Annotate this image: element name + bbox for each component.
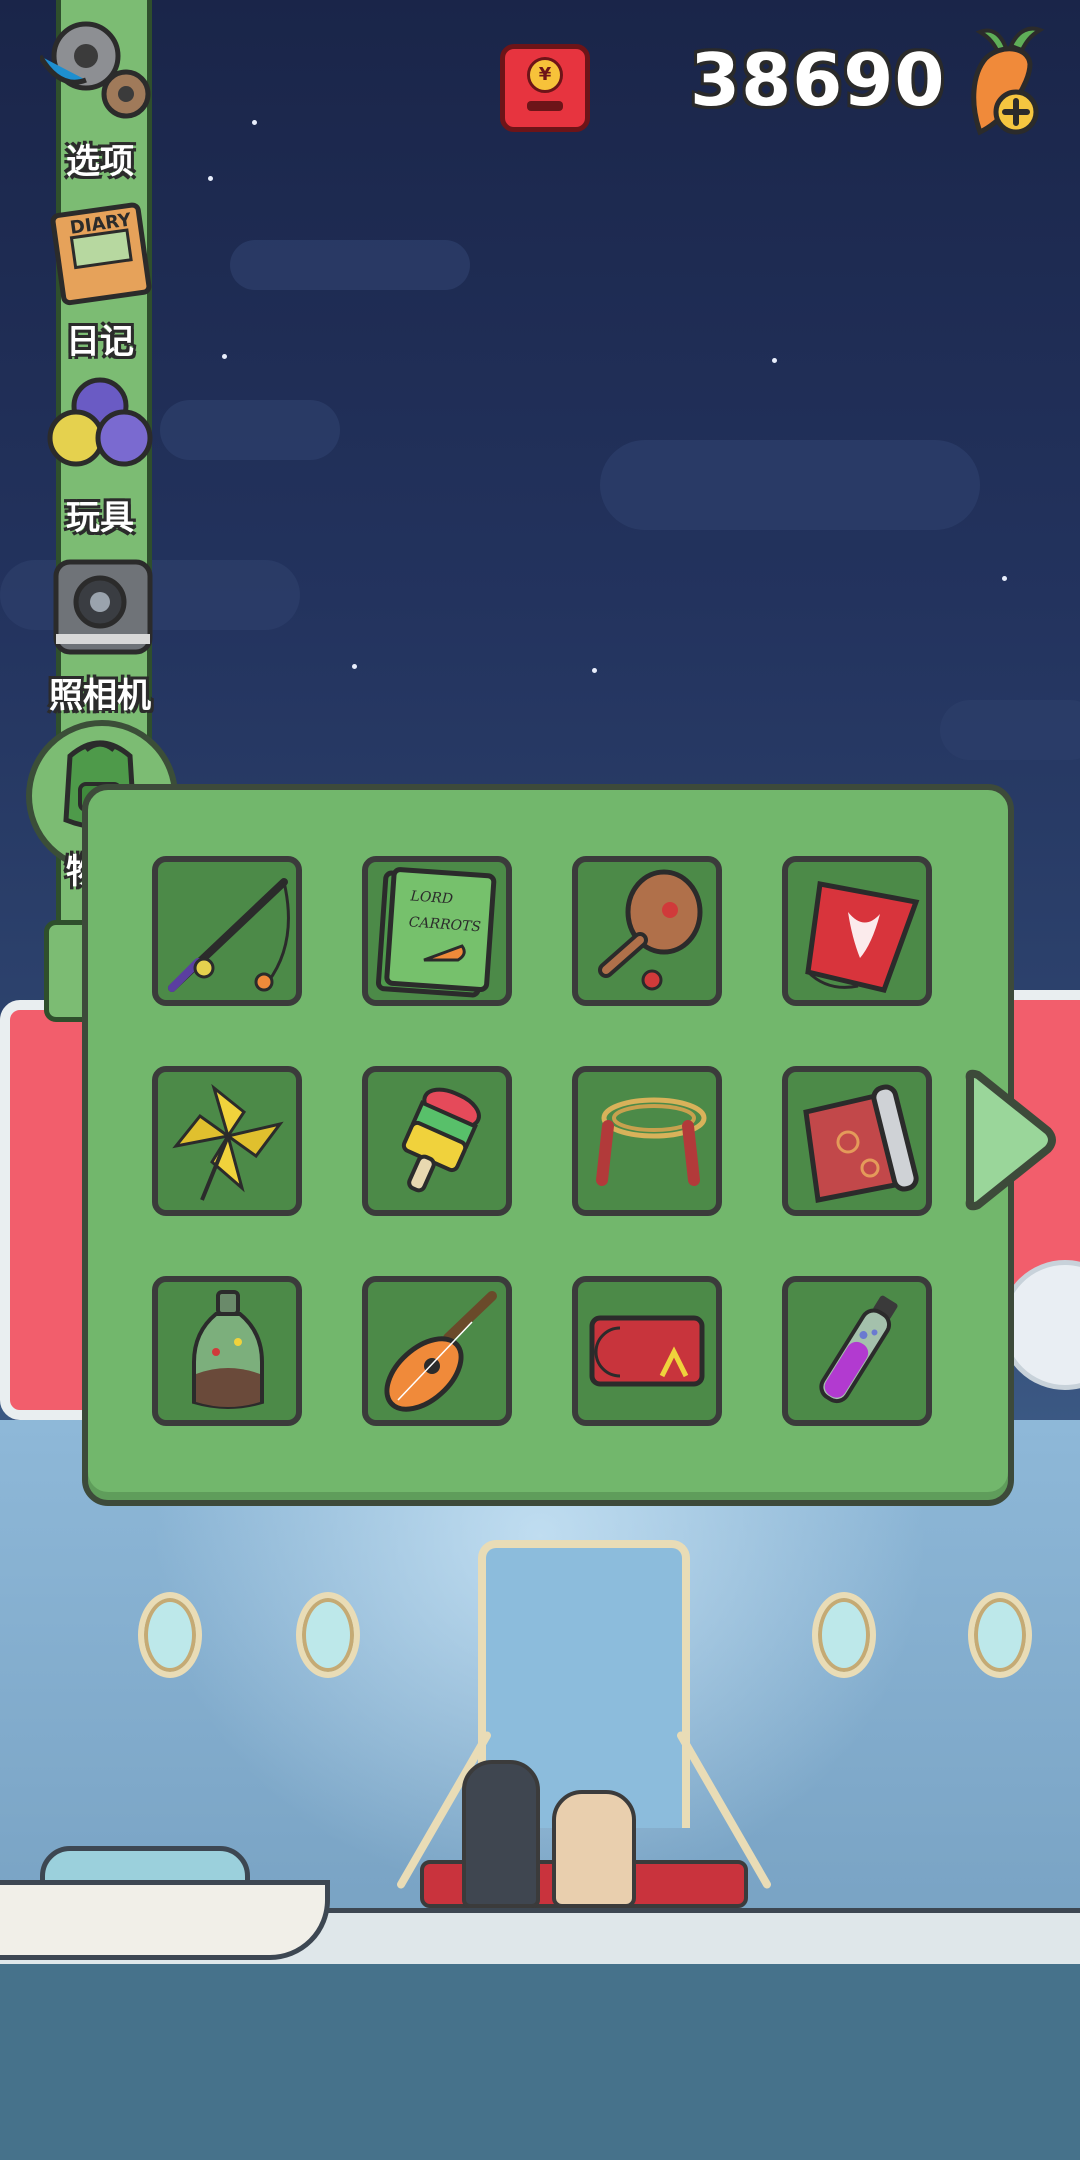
inventory-slot-card[interactable]	[572, 1276, 722, 1426]
next-page-arrow-button[interactable]	[960, 1065, 1060, 1215]
popsicle-icon	[401, 1087, 481, 1193]
bottle-icon	[192, 1290, 264, 1409]
star	[208, 176, 213, 181]
rug-icon	[803, 1084, 919, 1203]
inventory-slot-book[interactable]: LORD CARROTS	[362, 856, 512, 1006]
card-icon	[589, 1315, 705, 1387]
inventory-slot-rug[interactable]	[782, 1066, 932, 1216]
red-envelope-button[interactable]: ¥	[500, 44, 590, 132]
porthole	[968, 1592, 1032, 1678]
cloud	[940, 700, 1080, 760]
inventory-slot-bottle[interactable]	[152, 1276, 302, 1426]
sidebar-item-toys[interactable]: 玩具	[10, 366, 190, 539]
star	[252, 120, 257, 125]
book-icon: LORD CARROTS	[375, 867, 497, 998]
carrot-add-button[interactable]	[956, 24, 1056, 142]
sidebar-item-diary[interactable]: DIARY 日记	[10, 190, 190, 363]
inventory-slot-pinwheel[interactable]	[152, 1066, 302, 1216]
rabbit-character[interactable]	[552, 1790, 636, 1908]
potion-icon	[819, 1295, 898, 1404]
inventory-slot-fishing-rod[interactable]	[152, 856, 302, 1006]
sidebar-item-label: 玩具	[66, 498, 134, 538]
inventory-slot-popsicle[interactable]	[362, 1066, 512, 1216]
inventory-slot-kite[interactable]	[782, 856, 932, 1006]
svg-text:LORD: LORD	[409, 888, 454, 907]
camera-icon	[40, 544, 160, 664]
boat[interactable]	[0, 1880, 330, 1960]
ukulele-icon	[384, 1291, 497, 1412]
toy-balls-icon	[40, 366, 160, 486]
gear-icon	[37, 10, 160, 130]
sidebar-item-options[interactable]: 选项	[10, 10, 190, 183]
sea	[0, 1964, 1080, 2160]
inventory-slot-ukulele[interactable]	[362, 1276, 512, 1426]
butler-character[interactable]	[462, 1760, 540, 1908]
star	[1002, 576, 1007, 581]
sidebar-item-camera[interactable]: 照相机	[10, 544, 190, 717]
cloud	[230, 240, 470, 290]
kite-icon	[805, 881, 920, 993]
sidebar-item-label: 选项	[66, 142, 134, 182]
inventory-slot-jump-rope[interactable]	[572, 1066, 722, 1216]
sidebar-item-label: 日记	[66, 322, 134, 362]
star	[772, 358, 777, 363]
fishing-rod-icon	[168, 878, 290, 992]
porthole	[138, 1592, 202, 1678]
pinwheel-icon	[172, 1083, 284, 1201]
star	[352, 664, 357, 669]
inventory-slot-potion[interactable]	[782, 1276, 932, 1426]
porthole	[296, 1592, 360, 1678]
cloud	[600, 440, 980, 530]
jump-rope-icon	[596, 1097, 707, 1186]
sidebar-item-label: 照相机	[49, 676, 151, 716]
yen-coin-icon: ¥	[527, 57, 563, 93]
star	[592, 668, 597, 673]
carrot-counter: 38690	[690, 38, 946, 122]
envelope-mouth	[527, 101, 563, 111]
star	[222, 354, 227, 359]
inventory-slot-paddle-ball[interactable]	[572, 856, 722, 1006]
inventory-panel: LORD CARROTS	[82, 784, 1014, 1506]
porthole	[812, 1592, 876, 1678]
paddle-ball-icon	[598, 869, 703, 991]
diary-icon: DIARY	[40, 190, 160, 310]
